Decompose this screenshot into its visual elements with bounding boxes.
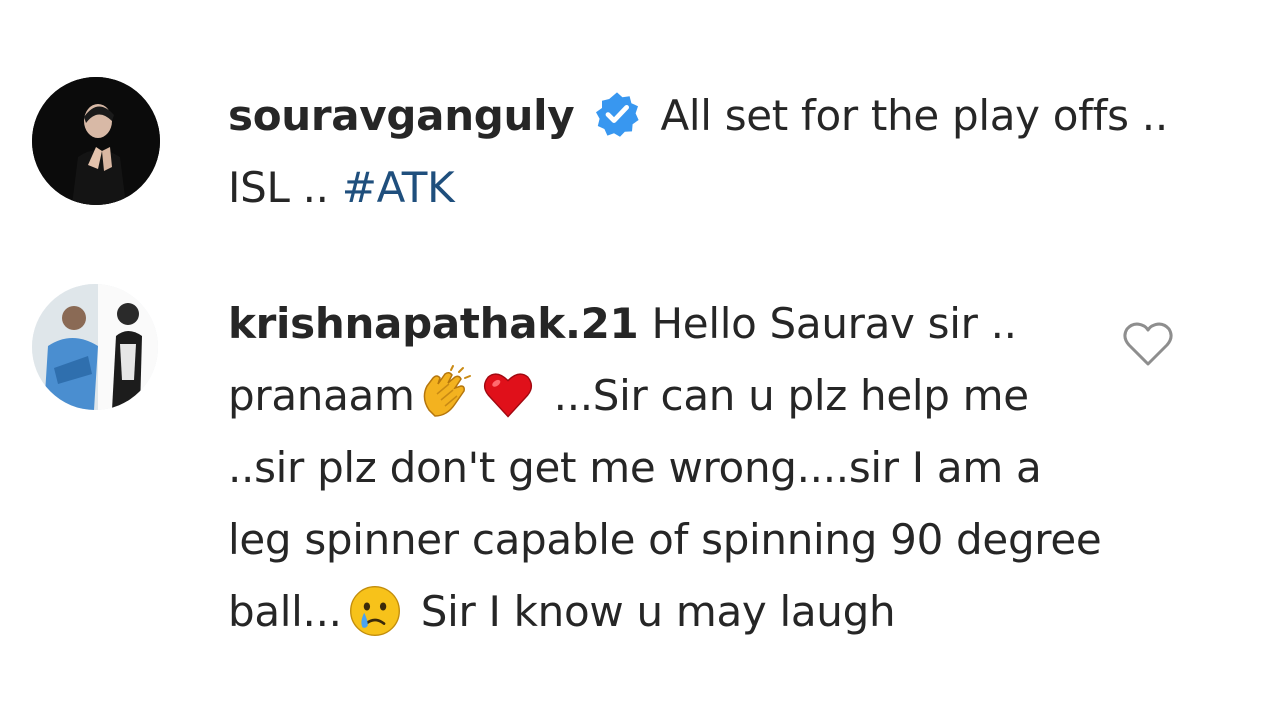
post-username[interactable]: souravganguly: [228, 91, 575, 140]
comment-text-part3: Sir I know u may laugh: [420, 587, 896, 636]
heart-outline-icon[interactable]: [1122, 320, 1174, 368]
post-author-avatar[interactable]: [32, 77, 160, 205]
comment-author-avatar[interactable]: [32, 284, 158, 410]
red-heart-icon: [483, 373, 532, 418]
avatar-photo: [32, 284, 158, 410]
hashtag-link[interactable]: #ATK: [342, 163, 455, 212]
verified-badge-icon: [596, 92, 640, 137]
avatar-photo: [32, 77, 160, 205]
post-caption: souravganguly All set for the play offs …: [228, 80, 1188, 224]
comment-username[interactable]: krishnapathak.21: [228, 299, 639, 348]
comment-body: krishnapathak.21 Hello Saurav sir .. pra…: [228, 288, 1108, 648]
crying-face-icon: [349, 586, 400, 636]
clapping-hands-icon: [423, 365, 471, 417]
